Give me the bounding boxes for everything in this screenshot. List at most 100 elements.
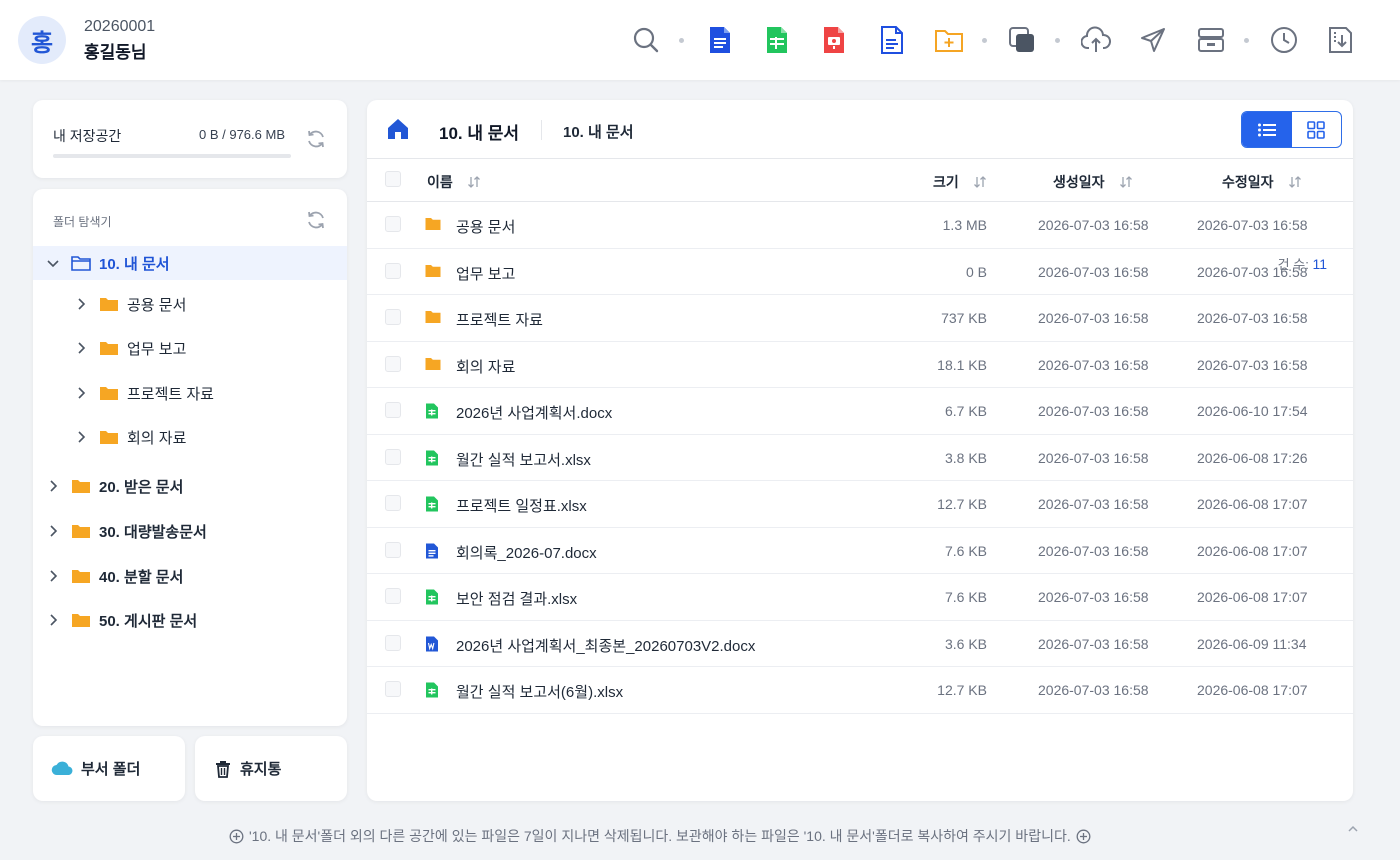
grid-view-button[interactable] [1292, 112, 1342, 147]
copy-icon[interactable] [1002, 20, 1042, 60]
file-name[interactable]: 업무 보고 [456, 263, 515, 284]
trash-button[interactable]: 휴지통 [195, 736, 347, 801]
refresh-storage-icon[interactable] [305, 128, 329, 152]
cloud-icon [51, 761, 73, 775]
chevron-right-icon[interactable] [73, 296, 89, 312]
file-name[interactable]: 월간 실적 보고서.xlsx [456, 449, 591, 470]
tree-item-board[interactable]: 50. 게시판 문서 [33, 603, 197, 637]
new-sheet-icon[interactable] [757, 20, 797, 60]
file-list-panel: 10. 내 문서 10. 내 문서 이름 크기 생성일자 수정일자 공용 문서 1… [367, 100, 1353, 801]
table-row[interactable]: 2026년 사업계획서.docx 6.7 KB 2026-07-03 16:58 20… [367, 388, 1353, 435]
sort-icon[interactable] [1119, 175, 1133, 189]
chevron-right-icon[interactable] [45, 478, 61, 494]
dept-folder-button[interactable]: 부서 폴더 [33, 736, 185, 801]
sort-icon[interactable] [973, 175, 987, 189]
send-icon[interactable] [1133, 20, 1173, 60]
tree-item-child[interactable]: 프로젝트 자료 [33, 376, 214, 410]
file-name[interactable]: 회의록_2026-07.docx [456, 542, 597, 563]
home-icon[interactable] [385, 116, 411, 142]
tree-item-my-documents[interactable]: 10. 내 문서 [33, 246, 347, 280]
tree-item-bulk[interactable]: 30. 대량발송문서 [33, 514, 207, 548]
modified-date: 2026-06-10 17:54 [1197, 403, 1308, 419]
row-checkbox[interactable] [385, 495, 401, 511]
chevron-right-icon[interactable] [73, 385, 89, 401]
search-icon[interactable] [626, 20, 666, 60]
table-row[interactable]: 회의록_2026-07.docx 7.6 KB 2026-07-03 16:58 20… [367, 528, 1353, 574]
row-checkbox[interactable] [385, 216, 401, 232]
column-size-label: 크기 [933, 174, 959, 190]
created-date: 2026-07-03 16:58 [1038, 542, 1149, 559]
list-icon [1257, 123, 1276, 136]
new-folder-icon[interactable] [929, 20, 969, 60]
table-row[interactable]: 업무 보고 0 B 2026-07-03 16:58 2026-07-03 16:58 [367, 249, 1353, 295]
column-created[interactable]: 생성일자 [1053, 172, 1133, 192]
row-checkbox[interactable] [385, 309, 401, 325]
chevron-down-icon[interactable] [45, 255, 61, 271]
file-name[interactable]: 2026년 사업계획서_최종본_20260703V2.docx [456, 635, 755, 656]
chevron-right-icon[interactable] [73, 429, 89, 445]
sort-icon[interactable] [467, 175, 481, 189]
user-name: 홍길동님 [84, 43, 147, 62]
file-name[interactable]: 프로젝트 자료 [456, 309, 543, 330]
tree-item-split[interactable]: 40. 분할 문서 [33, 559, 183, 593]
row-checkbox[interactable] [385, 262, 401, 279]
modified-date: 2026-06-08 17:26 [1197, 449, 1308, 466]
table-row[interactable]: 공용 문서 1.3 MB 2026-07-03 16:58 2026-07-03 16… [367, 202, 1353, 249]
file-name[interactable]: 프로젝트 일정표.xlsx [456, 495, 587, 516]
refresh-tree-icon[interactable] [305, 209, 329, 233]
dept-folder-label: 부서 폴더 [81, 761, 141, 778]
file-name[interactable]: 공용 문서 [456, 216, 515, 237]
breadcrumb[interactable]: 10. 내 문서 [563, 121, 634, 142]
table-row[interactable]: 프로젝트 일정표.xlsx 12.7 KB 2026-07-03 16:58 2026… [367, 481, 1353, 528]
folder-icon [99, 385, 119, 401]
tree-item-received[interactable]: 20. 받은 문서 [33, 469, 183, 503]
chevron-right-icon[interactable] [45, 523, 61, 539]
column-size[interactable]: 크기 [933, 172, 987, 192]
item-count-value: 11 [1312, 256, 1327, 272]
file-name[interactable]: 2026년 사업계획서.docx [456, 402, 612, 423]
tree-item-child[interactable]: 업무 보고 [33, 331, 186, 365]
column-modified[interactable]: 수정일자 [1222, 172, 1302, 192]
scroll-top-icon[interactable] [1347, 822, 1361, 836]
row-checkbox[interactable] [385, 541, 401, 558]
tree-item-child[interactable]: 공용 문서 [33, 287, 186, 321]
storage-label: 내 저장공간 [53, 128, 122, 144]
file-name[interactable]: 회의 자료 [456, 356, 515, 377]
tree-item-label: 40. 분할 문서 [99, 568, 184, 586]
sort-icon[interactable] [1288, 175, 1302, 189]
new-text-doc-icon[interactable] [872, 20, 912, 60]
table-row[interactable]: 2026년 사업계획서_최종본_20260703V2.docx 3.6 KB 202… [367, 621, 1353, 667]
user-id: 20260001 [84, 18, 156, 35]
history-icon[interactable] [1264, 20, 1304, 60]
new-slide-icon[interactable] [814, 20, 854, 60]
upload-icon[interactable] [1076, 20, 1116, 60]
archive-icon[interactable] [1191, 20, 1231, 60]
file-size: 7.6 KB [944, 589, 987, 605]
download-zip-icon[interactable] [1320, 20, 1360, 60]
table-row[interactable]: 프로젝트 자료 737 KB 2026-07-03 16:58 2026-07-03 … [367, 295, 1353, 342]
row-checkbox[interactable] [385, 355, 401, 372]
column-name[interactable]: 이름 [427, 172, 481, 192]
tree-item-label: 업무 보고 [127, 340, 187, 358]
table-row[interactable]: 월간 실적 보고서.xlsx 3.8 KB 2026-07-03 16:58 2026… [367, 435, 1353, 481]
row-checkbox[interactable] [385, 634, 401, 651]
created-date: 2026-07-03 16:58 [1038, 263, 1149, 280]
new-word-doc-icon[interactable] [700, 20, 740, 60]
chevron-right-icon[interactable] [73, 340, 89, 356]
row-checkbox[interactable] [385, 402, 401, 418]
row-checkbox[interactable] [385, 588, 401, 604]
avatar[interactable]: 홍 [18, 16, 66, 64]
select-all-checkbox[interactable] [385, 171, 401, 187]
tree-item-label: 공용 문서 [127, 296, 187, 314]
table-row[interactable]: 월간 실적 보고서(6월).xlsx 12.7 KB 2026-07-03 16:5… [367, 667, 1353, 714]
table-row[interactable]: 회의 자료 18.1 KB 2026-07-03 16:58 2026-07-03 1… [367, 342, 1353, 388]
chevron-right-icon[interactable] [45, 612, 61, 628]
row-checkbox[interactable] [385, 448, 401, 465]
list-view-button[interactable] [1242, 112, 1292, 147]
table-row[interactable]: 보안 점검 결과.xlsx 7.6 KB 2026-07-03 16:58 2026-… [367, 574, 1353, 621]
file-name[interactable]: 보안 점검 결과.xlsx [456, 588, 577, 609]
file-name[interactable]: 월간 실적 보고서(6월).xlsx [456, 681, 623, 702]
tree-item-child[interactable]: 회의 자료 [33, 420, 186, 454]
row-checkbox[interactable] [385, 681, 401, 697]
chevron-right-icon[interactable] [45, 568, 61, 584]
